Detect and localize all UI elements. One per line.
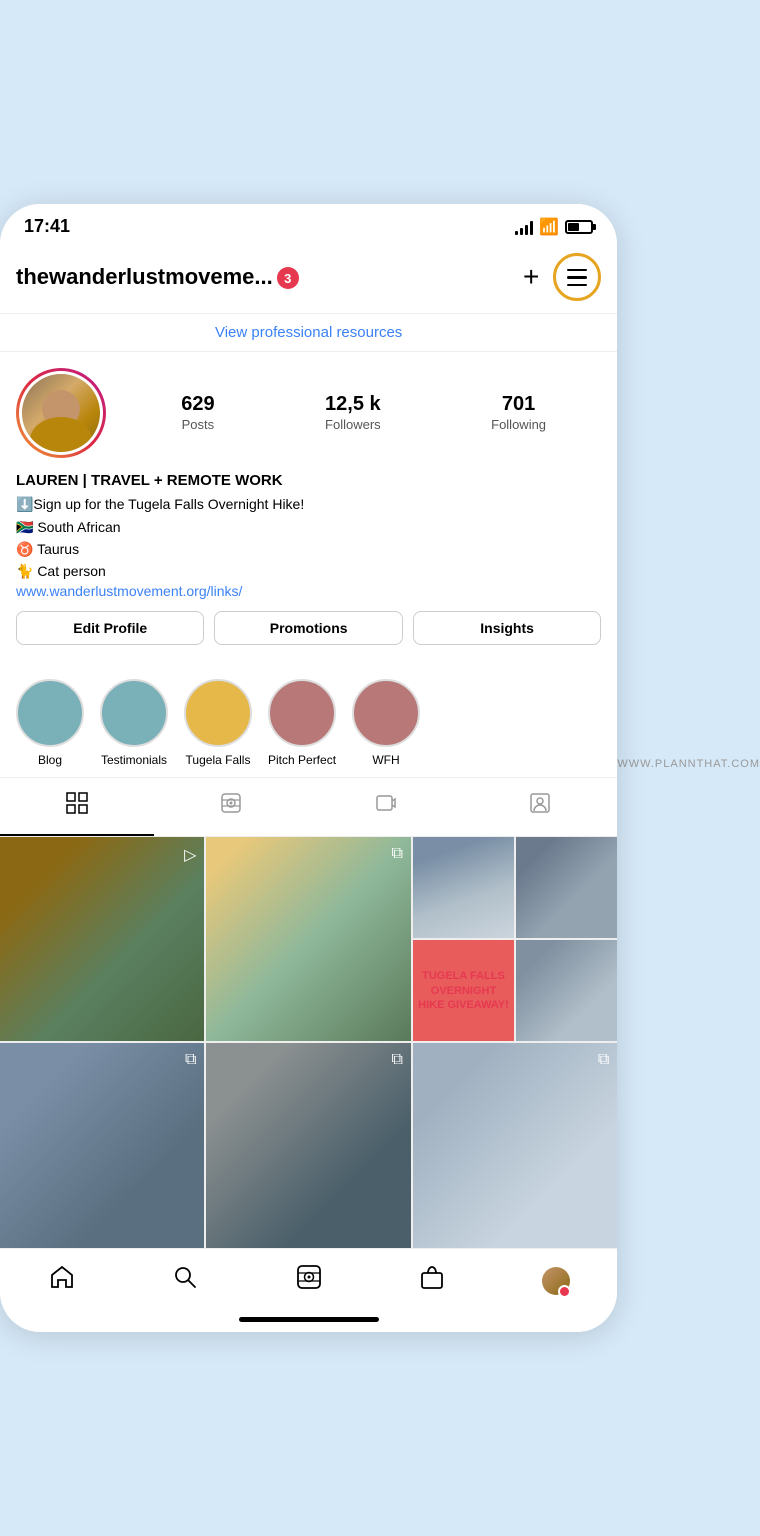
add-button[interactable]: +	[523, 263, 539, 291]
tagged-icon	[529, 792, 551, 820]
profile-top: 629 Posts 12,5 k Followers 701 Following	[16, 368, 601, 458]
home-indicator	[239, 1317, 379, 1322]
highlights-row: Blog Testimonials Tugela Falls Pitch Per…	[0, 669, 617, 777]
bottom-nav	[0, 1248, 617, 1309]
carousel-indicator-2: ⧉	[185, 1051, 196, 1069]
highlight-label-wfh: WFH	[372, 753, 399, 767]
avatar	[19, 371, 103, 455]
action-buttons: Edit Profile Promotions Insights	[16, 611, 601, 645]
bio-line-1: ⬇️Sign up for the Tugela Falls Overnight…	[16, 493, 601, 515]
content-tabs	[0, 777, 617, 837]
followers-stat[interactable]: 12,5 k Followers	[325, 393, 381, 434]
grid-item-1[interactable]: ▷	[0, 837, 204, 1041]
bio-line-4: 🐈 Cat person	[16, 560, 601, 582]
tab-reels[interactable]	[154, 778, 308, 836]
grid-item-4[interactable]: ⧉	[0, 1043, 204, 1247]
shop-icon	[419, 1264, 445, 1297]
highlight-pitch-perfect[interactable]: Pitch Perfect	[268, 679, 336, 767]
posts-stat[interactable]: 629 Posts	[181, 393, 214, 434]
tab-tagged[interactable]	[463, 778, 617, 836]
tab-igtv[interactable]	[309, 778, 463, 836]
nav-reels[interactable]	[285, 1261, 333, 1301]
search-icon	[172, 1264, 198, 1297]
following-label: Following	[491, 417, 546, 432]
grid-item-2[interactable]: ⧉	[206, 837, 410, 1041]
home-icon	[49, 1264, 75, 1297]
menu-button[interactable]	[553, 253, 601, 301]
grid-item-5[interactable]: ⧉	[206, 1043, 410, 1247]
highlight-circle-wfh	[352, 679, 420, 747]
bio-line-3: ♉ Taurus	[16, 538, 601, 560]
video-indicator: ▷	[184, 845, 196, 865]
bio-line-2: 🇿🇦 South African	[16, 516, 601, 538]
menu-line-2	[567, 276, 587, 279]
giveaway-text: TUGELA FALLS OVERNIGHT HIKE GIVEAWAY!	[413, 965, 514, 1016]
following-count: 701	[491, 393, 546, 416]
bio: LAUREN | TRAVEL + REMOTE WORK ⬇️Sign up …	[16, 472, 601, 599]
avatar-wrapper	[16, 368, 106, 458]
carousel-indicator: ⧉	[391, 845, 402, 863]
bio-name: LAUREN | TRAVEL + REMOTE WORK	[16, 472, 601, 489]
phone-frame: 17:41 📶 thewanderlustmoveme...3 +	[0, 204, 617, 1331]
highlight-circle-pitch-perfect	[268, 679, 336, 747]
grid-subitem-3d[interactable]	[516, 940, 617, 1041]
followers-label: Followers	[325, 417, 381, 432]
grid-subitem-3a[interactable]	[413, 837, 514, 938]
watermark: WWW.PLANNTHAT.COM	[617, 750, 760, 786]
reels-nav-icon	[296, 1264, 322, 1297]
notification-badge: 3	[277, 267, 299, 289]
grid-icon	[66, 792, 88, 820]
highlight-circle-tugela	[184, 679, 252, 747]
grid-subitem-3b[interactable]	[516, 837, 617, 938]
avatar-photo	[22, 374, 100, 452]
header: thewanderlustmoveme...3 +	[0, 245, 617, 314]
following-stat[interactable]: 701 Following	[491, 393, 546, 434]
edit-profile-button[interactable]: Edit Profile	[16, 611, 204, 645]
bio-link[interactable]: www.wanderlustmovement.org/links/	[16, 583, 601, 599]
highlight-label-pitch-perfect: Pitch Perfect	[268, 753, 336, 767]
highlight-wfh[interactable]: WFH	[352, 679, 420, 767]
pro-resources-link[interactable]: View professional resources	[0, 314, 617, 352]
highlight-blog[interactable]: Blog	[16, 679, 84, 767]
profile-nav-avatar	[542, 1267, 570, 1295]
carousel-indicator-4: ⧉	[598, 1051, 609, 1069]
nav-home[interactable]	[38, 1261, 86, 1301]
status-icons: 📶	[515, 217, 593, 237]
username: thewanderlustmoveme...3	[16, 264, 523, 290]
status-time: 17:41	[24, 216, 70, 237]
header-actions: +	[523, 253, 601, 301]
highlight-tugela[interactable]: Tugela Falls	[184, 679, 252, 767]
highlight-label-testimonials: Testimonials	[101, 753, 167, 767]
menu-line-1	[567, 269, 587, 272]
followers-count: 12,5 k	[325, 393, 381, 416]
grid-item-3: TUGELA FALLS OVERNIGHT HIKE GIVEAWAY!	[413, 837, 617, 1041]
carousel-indicator-3: ⧉	[391, 1051, 402, 1069]
profile-section: 629 Posts 12,5 k Followers 701 Following…	[0, 352, 617, 669]
nav-shop[interactable]	[408, 1261, 456, 1301]
insights-button[interactable]: Insights	[413, 611, 601, 645]
status-bar: 17:41 📶	[0, 204, 617, 245]
menu-line-3	[567, 284, 587, 287]
nav-search[interactable]	[161, 1261, 209, 1301]
highlight-circle-testimonials	[100, 679, 168, 747]
promotions-button[interactable]: Promotions	[214, 611, 402, 645]
igtv-icon	[375, 792, 397, 820]
battery-icon	[565, 220, 593, 234]
wifi-icon: 📶	[539, 217, 559, 237]
tab-grid[interactable]	[0, 778, 154, 836]
reels-icon	[220, 792, 242, 820]
highlight-label-tugela: Tugela Falls	[186, 753, 251, 767]
grid-subitem-3c[interactable]: TUGELA FALLS OVERNIGHT HIKE GIVEAWAY!	[413, 940, 514, 1041]
stats-container: 629 Posts 12,5 k Followers 701 Following	[126, 393, 601, 434]
highlight-circle-blog	[16, 679, 84, 747]
posts-count: 629	[181, 393, 214, 416]
nav-profile[interactable]	[532, 1261, 580, 1301]
highlight-label-blog: Blog	[38, 753, 62, 767]
grid-item-6[interactable]: ⧉	[413, 1043, 617, 1247]
highlight-testimonials[interactable]: Testimonials	[100, 679, 168, 767]
posts-label: Posts	[182, 417, 215, 432]
photo-grid: ▷ ⧉ TUGELA FALLS OVERNIGHT HIKE GIVEAWAY…	[0, 837, 617, 1248]
signal-icon	[515, 219, 533, 235]
